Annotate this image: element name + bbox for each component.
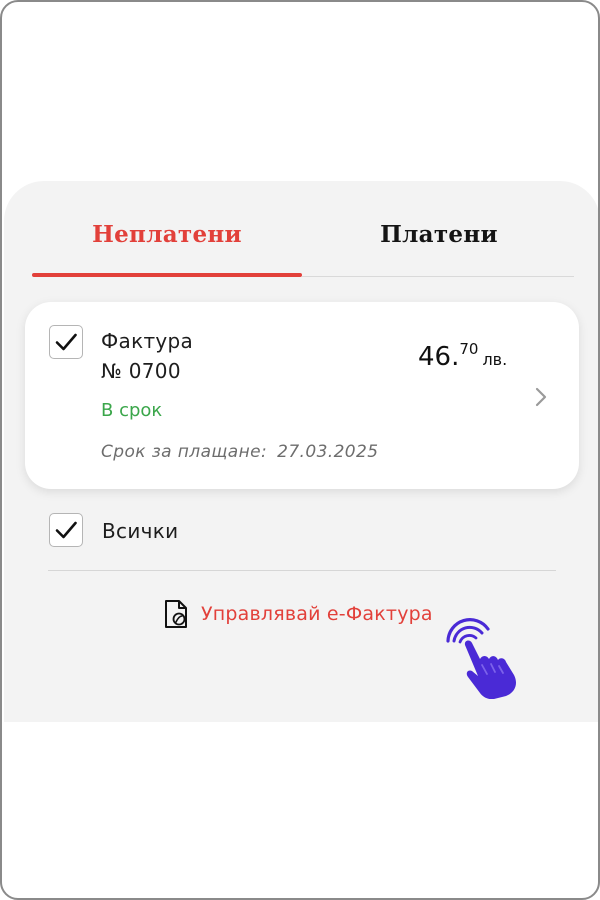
tab-unpaid[interactable]: Неплатени — [32, 221, 302, 261]
active-tab-indicator — [32, 273, 302, 277]
list-divider — [48, 570, 556, 571]
amount-currency: лв. — [482, 350, 508, 369]
select-all-checkbox[interactable] — [49, 513, 83, 547]
pointing-hand-icon — [446, 618, 516, 699]
phone-frame: Неплатени Платени Фактура № 0700 В срок … — [0, 0, 600, 900]
select-all-label[interactable]: Всички — [102, 519, 178, 543]
tab-divider — [302, 276, 574, 277]
due-date-label: Срок за плащане: — [101, 442, 268, 462]
due-date-row: Срок за плащане: 27.03.2025 — [101, 442, 378, 462]
invoice-card[interactable]: Фактура № 0700 В срок Срок за плащане: 27… — [25, 302, 579, 489]
invoice-number: № 0700 — [101, 359, 181, 383]
chevron-right-icon[interactable] — [533, 386, 549, 408]
manage-e-invoice-label: Управлявай е-Фактура — [201, 603, 433, 625]
invoice-amount: 46.70лв. — [418, 340, 508, 372]
amount-decimals: 70 — [459, 340, 479, 358]
check-icon — [55, 333, 77, 351]
status-badge: В срок — [101, 400, 163, 421]
due-date-value: 27.03.2025 — [277, 442, 379, 462]
manage-e-invoice-link[interactable]: Управлявай е-Фактура — [162, 598, 433, 630]
invoice-title: Фактура — [101, 329, 194, 353]
invoice-tabs: Неплатени Платени — [32, 181, 574, 279]
tab-paid[interactable]: Платени — [304, 221, 574, 261]
check-icon — [55, 521, 77, 539]
invoice-checkbox[interactable] — [49, 325, 83, 359]
e-invoice-document-icon — [165, 600, 187, 628]
invoices-sheet: Неплатени Платени Фактура № 0700 В срок … — [4, 181, 598, 722]
amount-integer: 46. — [418, 342, 460, 372]
